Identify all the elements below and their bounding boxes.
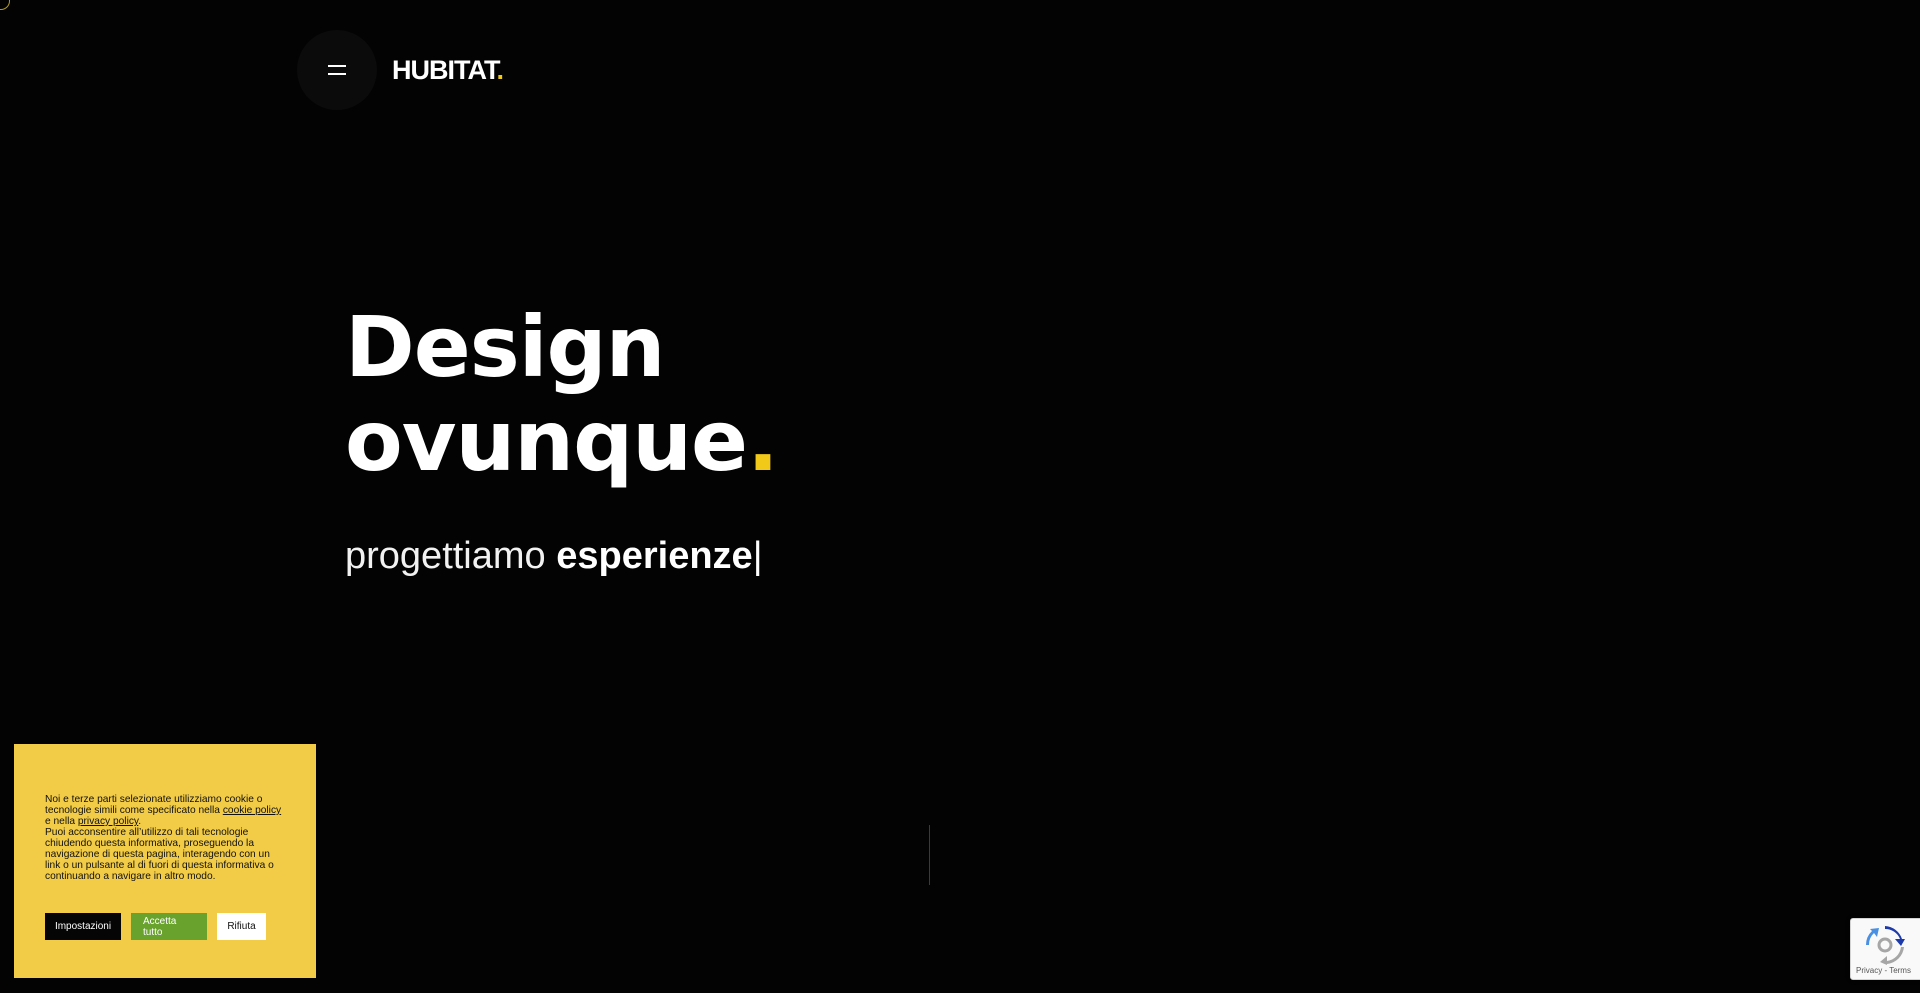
scroll-indicator-line: [929, 825, 930, 885]
cookie-settings-button[interactable]: Impostazioni: [45, 913, 121, 940]
custom-cursor: [0, 0, 10, 10]
cookie-policy-link[interactable]: cookie policy: [223, 805, 281, 816]
cookie-text-3: .: [138, 816, 142, 827]
cookie-buttons: Impostazioni Accetta tutto Rifiuta: [45, 913, 266, 940]
logo-dot: .: [496, 55, 503, 85]
hero-line-1: Design: [345, 298, 665, 396]
typing-caret: |: [752, 535, 763, 577]
cookie-reject-button[interactable]: Rifiuta: [217, 913, 266, 940]
cookie-text: Noi e terze parti selezionate utilizziam…: [45, 794, 286, 827]
privacy-policy-link[interactable]: privacy policy: [78, 816, 138, 827]
hero-line-2: ovunque.: [345, 392, 779, 490]
recaptcha-icon: [1865, 926, 1905, 965]
hero-accent-dot: .: [746, 392, 779, 490]
hero-line-2-text: ovunque: [345, 392, 748, 490]
cookie-banner: Noi e terze parti selezionate utilizziam…: [14, 744, 316, 978]
cookie-accept-all-button[interactable]: Accetta tutto: [131, 913, 207, 940]
hero-subtitle: progettiamo esperienze|: [345, 530, 763, 582]
recaptcha-badge[interactable]: Privacy - Terms: [1850, 918, 1920, 980]
site-logo[interactable]: HUBITAT.: [392, 54, 504, 86]
subtitle-typed-word: esperienze: [556, 535, 753, 577]
hero-heading: Design ovunque.: [345, 298, 779, 490]
recaptcha-links[interactable]: Privacy - Terms: [1856, 966, 1911, 975]
hamburger-menu-icon: [328, 65, 346, 75]
cookie-text-2: e nella: [45, 816, 76, 827]
menu-button[interactable]: [297, 30, 377, 110]
page: HUBITAT. Design ovunque. progettiamo esp…: [0, 0, 1920, 993]
subtitle-light-word: progettiamo: [345, 535, 546, 577]
cookie-consent-text: Puoi acconsentire all’utilizzo di tali t…: [45, 827, 274, 882]
logo-text: HUBITAT: [392, 55, 497, 85]
